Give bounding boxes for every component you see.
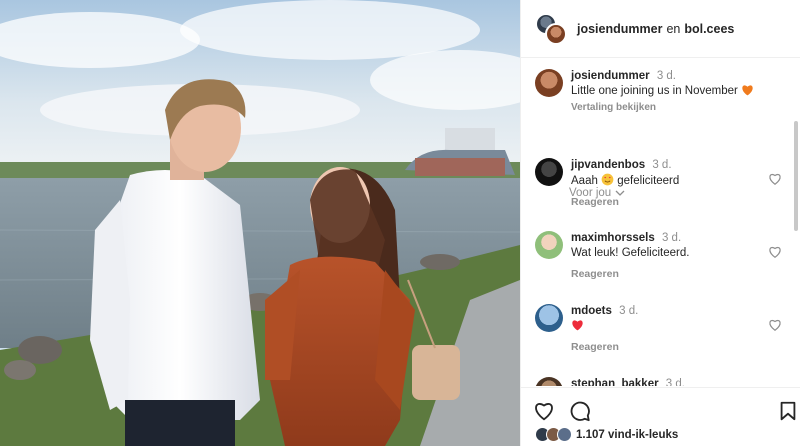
comment-text: Wat leuk! Gefeliciteerd. xyxy=(571,247,690,259)
likes-summary[interactable]: 1.107 vind-ik-leuks xyxy=(535,427,678,442)
avatar[interactable] xyxy=(535,231,563,259)
avatar[interactable] xyxy=(535,158,563,186)
reply-button[interactable]: Reageren xyxy=(571,267,788,282)
post-side-panel: josiendummer en bol.cees josiendummer 3 … xyxy=(520,0,800,446)
caption-timestamp[interactable]: 3 d. xyxy=(657,70,676,82)
caption: josiendummer 3 d. Little one joining us … xyxy=(535,69,788,115)
translate-link[interactable]: Vertaling bekijken xyxy=(571,100,788,115)
comment-text-after: gefeliciteerd xyxy=(617,175,680,187)
comment-username[interactable]: stephan_bakker xyxy=(571,378,659,386)
liker-avatars[interactable] xyxy=(535,427,572,442)
caption-username[interactable]: josiendummer xyxy=(571,70,650,82)
avatar[interactable] xyxy=(535,377,563,386)
header-conjunction: en xyxy=(666,21,681,36)
avatar[interactable] xyxy=(535,69,563,97)
like-comment-heart-icon[interactable] xyxy=(768,172,782,186)
header-username-2[interactable]: bol.cees xyxy=(684,22,734,36)
heart-icon[interactable] xyxy=(533,400,555,422)
caption-text: Little one joining us in November xyxy=(571,85,738,97)
orange-heart-icon xyxy=(742,85,753,96)
comment-timestamp[interactable]: 3 d. xyxy=(652,159,671,171)
comment-username[interactable]: mdoets xyxy=(571,305,612,317)
header-username-1[interactable]: josiendummer xyxy=(577,22,662,36)
comment-timestamp[interactable]: 3 d. xyxy=(619,305,638,317)
avatar[interactable] xyxy=(545,22,567,45)
avatar[interactable] xyxy=(557,427,572,442)
comment-item: maximhorssels 3 d. Wat leuk! Gefelicitee… xyxy=(535,231,788,282)
like-comment-heart-icon[interactable] xyxy=(768,245,782,259)
comment-icon[interactable] xyxy=(569,400,591,422)
avatar[interactable] xyxy=(535,304,563,332)
post-photo-image xyxy=(0,0,520,446)
comment-item: mdoets 3 d. Reageren xyxy=(535,304,788,355)
comment-item: stephan_bakker 3 d. xyxy=(535,377,788,386)
post-actions: 1.107 vind-ik-leuks xyxy=(521,387,800,446)
red-heart-icon xyxy=(572,320,583,331)
post-header: josiendummer en bol.cees xyxy=(521,0,800,58)
comment-item: jipvandenbos 3 d. Aaah gefeliciteerd Rea… xyxy=(535,158,788,210)
comments-scrollbar[interactable] xyxy=(794,121,798,231)
like-comment-heart-icon[interactable] xyxy=(768,318,782,332)
smiling-face-with-hearts-icon xyxy=(601,173,614,186)
reply-button[interactable]: Reageren xyxy=(571,195,788,210)
comments-list[interactable]: josiendummer 3 d. Little one joining us … xyxy=(521,59,800,386)
header-avatars[interactable] xyxy=(535,12,567,45)
comment-username[interactable]: jipvandenbos xyxy=(571,159,645,171)
header-usernames: josiendummer en bol.cees xyxy=(577,22,734,36)
comment-timestamp[interactable]: 3 d. xyxy=(662,232,681,244)
bookmark-icon[interactable] xyxy=(777,400,799,422)
comment-timestamp[interactable]: 3 d. xyxy=(666,378,685,386)
comment-text: Aaah xyxy=(571,175,598,187)
post-photo[interactable] xyxy=(0,0,520,446)
comment-username[interactable]: maximhorssels xyxy=(571,232,655,244)
reply-button[interactable]: Reageren xyxy=(571,340,788,355)
likes-count[interactable]: 1.107 vind-ik-leuks xyxy=(576,429,678,441)
